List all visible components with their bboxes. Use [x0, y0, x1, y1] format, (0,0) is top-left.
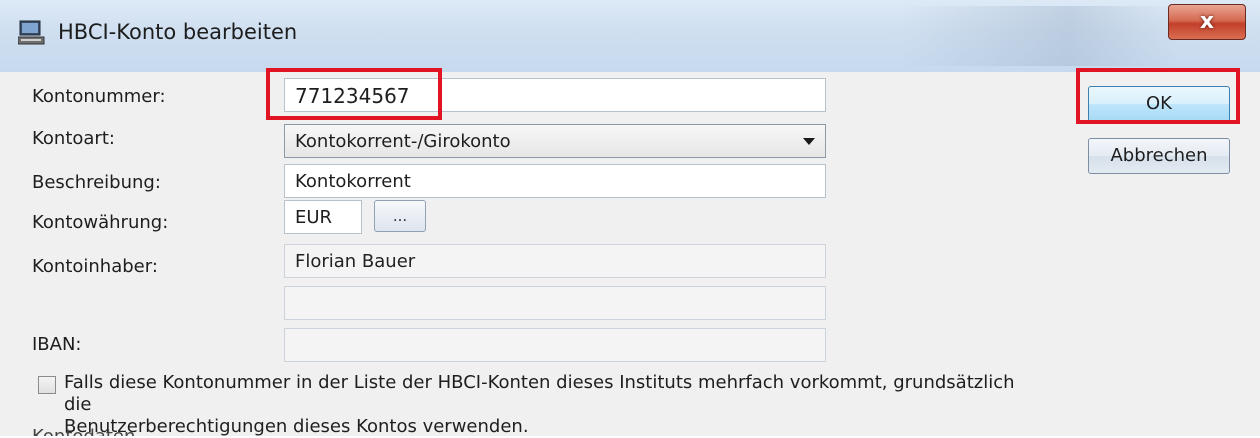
cancel-button[interactable]: Abbrechen: [1088, 138, 1230, 174]
chevron-down-icon: [803, 138, 815, 145]
kontoart-select[interactable]: Kontokorrent-/Girokonto: [284, 124, 826, 158]
kontoart-value: Kontokorrent-/Girokonto: [295, 131, 511, 152]
truncated-section-label: Kontodaten: [32, 426, 135, 436]
multiple-account-checkbox[interactable]: [38, 376, 56, 394]
beschreibung-label: Beschreibung:: [32, 172, 161, 193]
computer-icon: [18, 20, 45, 45]
kontoart-label: Kontoart:: [32, 128, 115, 149]
form-area: Kontonummer: 771234567 Kontoart: Kontoko…: [20, 68, 1240, 438]
checkbox-label-line2: Benutzerberechtigungen dieses Kontos ver…: [64, 416, 529, 437]
iban-input[interactable]: [284, 328, 826, 362]
kontonummer-label: Kontonummer:: [32, 86, 166, 107]
kontoinhaber-label: Kontoinhaber:: [32, 256, 158, 277]
kontonummer-highlight: [266, 68, 442, 120]
window-title: HBCI-Konto bearbeiten: [58, 20, 298, 44]
checkbox-label: Falls diese Kontonummer in der Liste der…: [64, 372, 1044, 438]
kontoinhaber-input[interactable]: Florian Bauer: [284, 244, 826, 278]
currency-select-button[interactable]: ...: [374, 200, 426, 232]
dialog-window: HBCI-Konto bearbeiten x Kontonummer: 771…: [0, 0, 1260, 438]
title-bar: HBCI-Konto bearbeiten x: [0, 0, 1260, 72]
kontoinhaber-input-2[interactable]: [284, 286, 826, 320]
kontowaehrung-label: Kontowährung:: [32, 212, 169, 233]
close-button[interactable]: x: [1168, 4, 1246, 40]
ok-highlight: [1076, 68, 1240, 124]
beschreibung-input[interactable]: Kontokorrent: [284, 164, 826, 198]
checkbox-label-line1: Falls diese Kontonummer in der Liste der…: [64, 372, 1015, 415]
currency-input[interactable]: EUR: [284, 200, 362, 234]
iban-label: IBAN:: [32, 334, 82, 355]
